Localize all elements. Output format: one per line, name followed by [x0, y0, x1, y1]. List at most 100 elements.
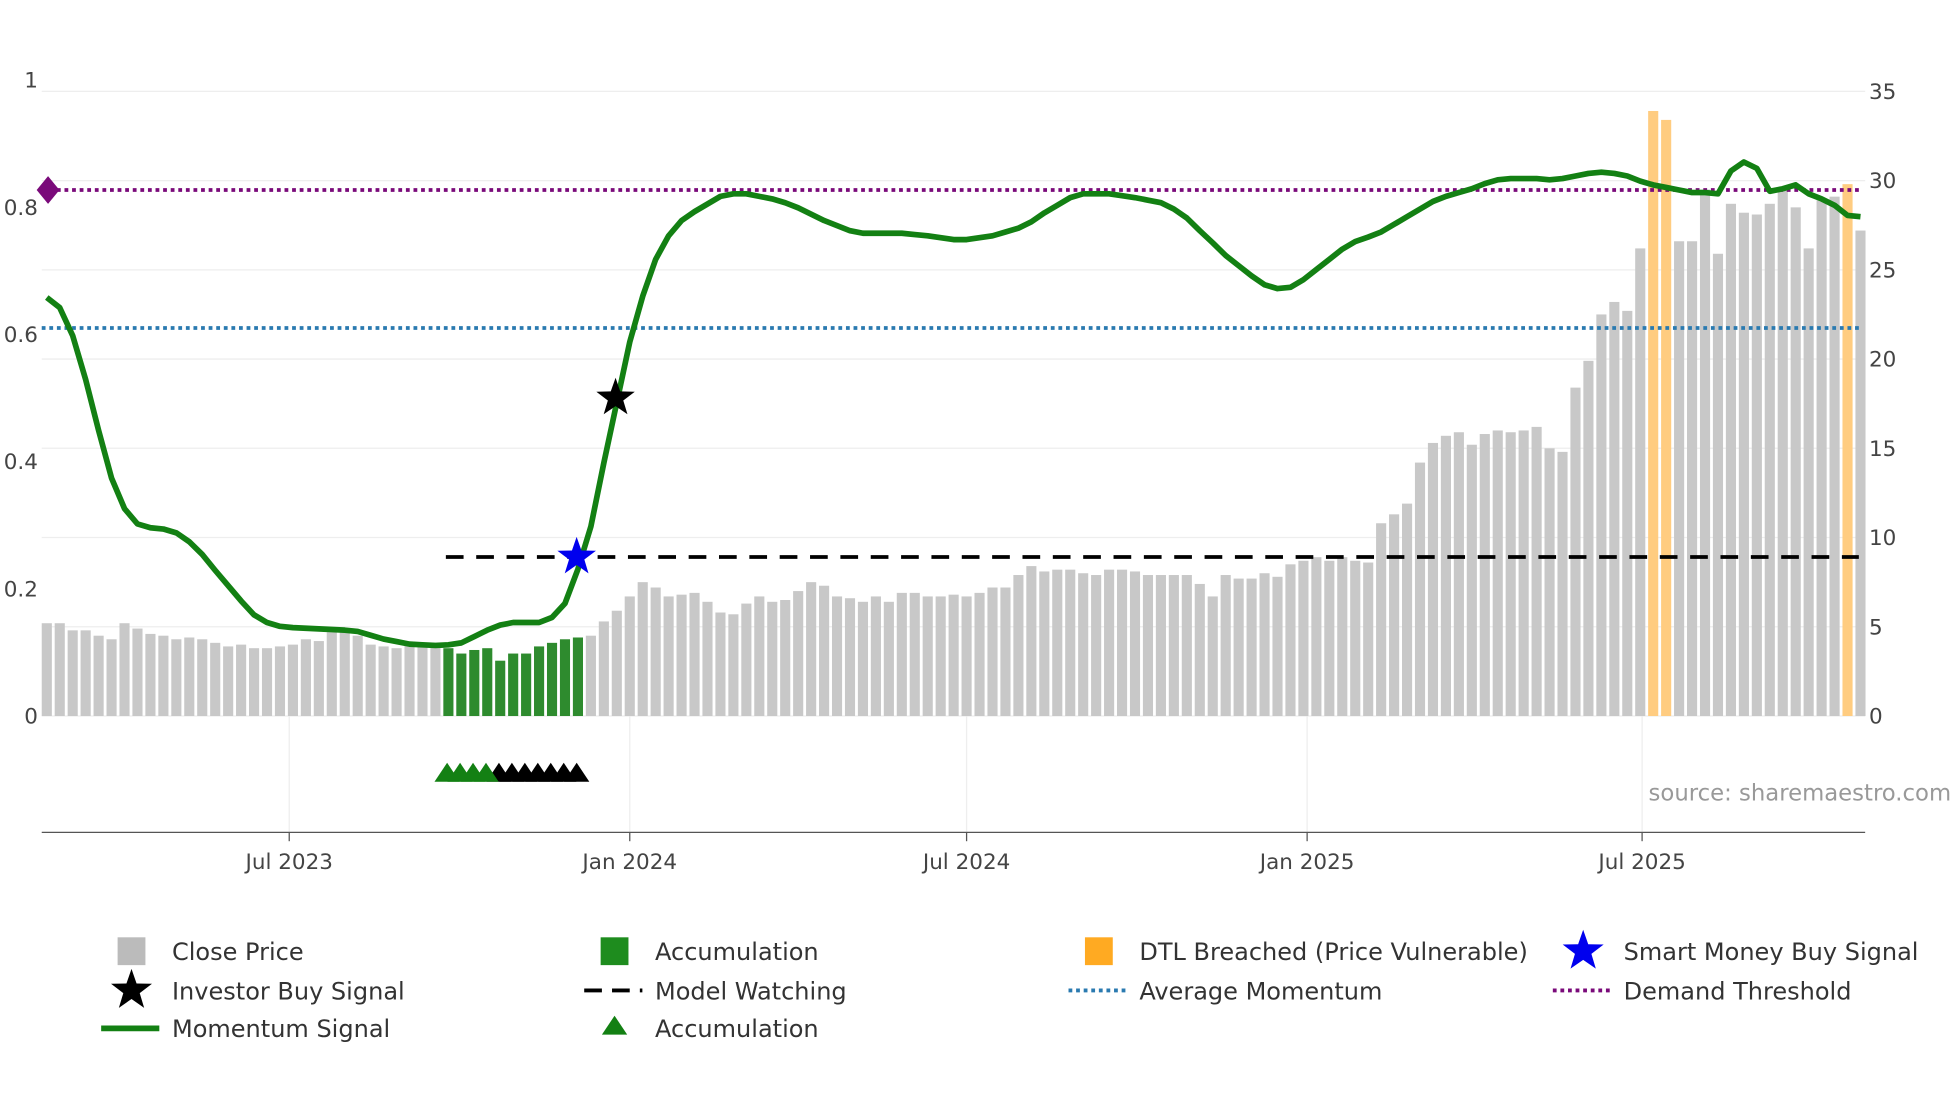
close-price-bar [184, 637, 195, 717]
accumulation-bar [495, 660, 506, 717]
y-right-tick-label: 20 [1869, 348, 1896, 373]
markers [434, 377, 635, 782]
close-price-bar [1505, 432, 1516, 717]
close-price-bar [41, 623, 52, 717]
x-tick-label: Jul 2023 [244, 850, 333, 875]
close-price-bar [1712, 253, 1724, 717]
close-price-bar [378, 646, 389, 717]
accumulation-bar [508, 653, 519, 717]
close-price-bar [106, 639, 117, 717]
close-price-bar [896, 592, 907, 717]
close-price-bar [1376, 523, 1387, 717]
legend-label: Average Momentum [1139, 977, 1382, 1005]
close-price-bar [1674, 241, 1685, 717]
close-price-bar [909, 592, 920, 717]
close-price-bar [1181, 575, 1192, 717]
close-price-bar [1803, 248, 1814, 717]
dtl-bar [1842, 184, 1853, 717]
close-price-bar [352, 635, 363, 717]
close-price-bar [819, 585, 830, 717]
close-price-bar [844, 598, 856, 717]
close-price-bar [1155, 575, 1166, 717]
y-right-tick-label: 15 [1869, 437, 1896, 462]
close-price-bar [1557, 451, 1568, 717]
close-price-bar [1531, 426, 1542, 717]
y-left-tick-label: 1 [24, 69, 38, 94]
close-price-bar [1246, 578, 1257, 717]
close-price-bar [715, 612, 726, 717]
y-left-tick-label: 0.8 [4, 196, 38, 221]
legend-label: Accumulation [655, 1015, 819, 1043]
legend-label: Accumulation [655, 938, 819, 966]
close-price-bar [1622, 310, 1633, 717]
close-price-bar [598, 621, 609, 717]
close-price-bar [1013, 575, 1024, 717]
close-price-bar [1414, 462, 1426, 717]
close-price-bar [1609, 301, 1620, 717]
close-price-bar [326, 632, 337, 717]
close-price-bar [1725, 203, 1736, 717]
close-price-bar [1104, 569, 1115, 717]
close-price-bar [1479, 434, 1490, 717]
close-price-bar [430, 646, 441, 717]
close-price-bar [1065, 569, 1076, 717]
y-left-tick-label: 0.4 [4, 450, 38, 475]
close-price-bar [624, 596, 635, 717]
close-price-bar [1829, 196, 1840, 717]
investor-buy-icon [111, 968, 152, 1008]
dtl-swatch [1084, 937, 1113, 966]
close-price-bar [119, 623, 130, 717]
close-price-bar [1570, 387, 1581, 717]
close-price-bar [611, 610, 622, 717]
smart-money-icon [1562, 929, 1604, 969]
close-price-bar [1168, 575, 1179, 717]
close-price-bar [1453, 432, 1464, 717]
close-price-bar [650, 587, 661, 717]
close-price-bar [197, 639, 208, 717]
close-price-bar [1687, 241, 1698, 717]
close-price-bar [754, 596, 765, 717]
close-price-bar [1544, 448, 1555, 717]
legend-label: Momentum Signal [172, 1015, 390, 1043]
close-price-bar [1466, 444, 1477, 717]
close-price-bar [1790, 207, 1801, 717]
close-price-bar [741, 603, 752, 717]
legend-label: Close Price [172, 938, 304, 966]
close-price-bar [1052, 569, 1063, 717]
close-price-bar [1142, 575, 1154, 717]
accumulation-bar [469, 649, 480, 717]
legend-label: Demand Threshold [1624, 977, 1852, 1005]
close-price-bar [1855, 230, 1866, 717]
close-price-bar [857, 601, 869, 717]
accumulation-bar [482, 648, 493, 717]
close-price-bar [702, 601, 713, 717]
accumulation-swatch [600, 937, 629, 966]
close-price-bar [793, 591, 804, 717]
source-label: source: sharemaestro.com [1649, 781, 1952, 807]
close-price-bar [171, 639, 182, 717]
close-price-bar [1129, 571, 1141, 717]
close-price-bar [1440, 435, 1451, 717]
accumulation-bar [534, 646, 545, 717]
close-price-bar [313, 641, 324, 717]
close-price-bar [1699, 189, 1711, 717]
close-price-bar [1764, 203, 1775, 717]
close-price-bar [1026, 566, 1037, 717]
close-price-bar [961, 596, 972, 717]
y-right-tick-label: 0 [1869, 705, 1883, 730]
close-price-bar [1000, 587, 1011, 717]
close-price-bar [1311, 557, 1322, 717]
accumulation-bar [521, 653, 532, 717]
y-right-tick-label: 35 [1869, 80, 1896, 105]
close-price-bar [1427, 442, 1439, 717]
close-price-bar [883, 601, 894, 717]
close-price-bar [1285, 564, 1296, 717]
close-price-bar [80, 630, 91, 717]
close-price-bar [1259, 573, 1270, 717]
y-right-tick-label: 5 [1869, 615, 1883, 640]
close-price-bar [236, 644, 247, 717]
close-price-bar [1402, 503, 1413, 717]
accumulation-bar [572, 637, 583, 717]
close-price-bar [1078, 573, 1089, 717]
close-price-bar [132, 628, 143, 717]
